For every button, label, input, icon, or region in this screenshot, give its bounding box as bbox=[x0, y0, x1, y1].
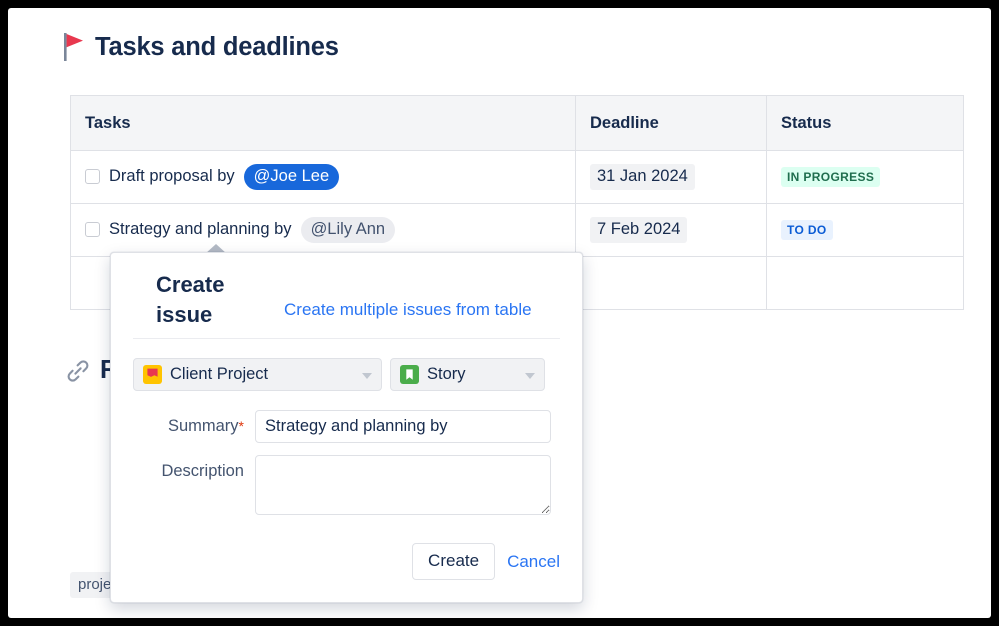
create-issue-popup: Create issue Create multiple issues from… bbox=[110, 252, 583, 603]
description-label: Description bbox=[161, 462, 244, 480]
page-canvas: Tasks and deadlines Tasks Deadline Statu… bbox=[8, 8, 991, 618]
column-header-status: Status bbox=[766, 95, 964, 151]
task-cell: Strategy and planning by @Lily Ann bbox=[70, 203, 576, 257]
task-label: Draft proposal by bbox=[109, 167, 235, 186]
story-bookmark-icon bbox=[400, 365, 419, 384]
summary-input[interactable] bbox=[255, 410, 551, 443]
required-marker: * bbox=[238, 418, 244, 434]
project-select[interactable]: Client Project bbox=[133, 358, 382, 391]
red-flag-icon bbox=[64, 33, 83, 61]
status-cell: IN PROGRESS bbox=[766, 150, 964, 204]
status-cell: TO DO bbox=[766, 203, 964, 257]
status-badge[interactable]: IN PROGRESS bbox=[781, 167, 881, 187]
popup-actions: Create Cancel bbox=[412, 543, 560, 580]
create-multiple-issues-link[interactable]: Create multiple issues from table bbox=[284, 300, 532, 320]
column-header-tasks: Tasks bbox=[70, 95, 576, 151]
popup-header: Create issue Create multiple issues from… bbox=[133, 253, 560, 339]
status-cell[interactable] bbox=[766, 256, 964, 310]
summary-field-row: Summary* bbox=[133, 410, 560, 443]
deadline-cell[interactable] bbox=[575, 256, 767, 310]
popup-title: Create issue bbox=[156, 272, 225, 328]
chevron-down-icon bbox=[362, 373, 372, 379]
date-chip[interactable]: 31 Jan 2024 bbox=[590, 164, 695, 190]
selectors-row: Client Project Story bbox=[133, 358, 560, 391]
deadline-cell: 31 Jan 2024 bbox=[575, 150, 767, 204]
project-avatar-icon bbox=[143, 365, 162, 384]
issue-type-select-value: Story bbox=[427, 365, 466, 383]
task-checkbox[interactable] bbox=[85, 169, 100, 185]
task-label: Strategy and planning by bbox=[109, 220, 292, 239]
column-header-deadline: Deadline bbox=[575, 95, 767, 151]
description-field-row: Description bbox=[133, 455, 560, 515]
page-title: Tasks and deadlines bbox=[95, 32, 339, 61]
task-checkbox[interactable] bbox=[85, 222, 100, 238]
link-icon bbox=[67, 359, 89, 382]
date-chip[interactable]: 7 Feb 2024 bbox=[590, 217, 688, 243]
issue-type-select[interactable]: Story bbox=[390, 358, 545, 391]
project-select-value: Client Project bbox=[170, 365, 269, 383]
table-row: Draft proposal by @Joe Lee 31 Jan 2024 I… bbox=[70, 150, 964, 204]
deadline-cell: 7 Feb 2024 bbox=[575, 203, 767, 257]
create-button[interactable]: Create bbox=[412, 543, 496, 580]
table-header-row: Tasks Deadline Status bbox=[70, 95, 964, 151]
description-textarea[interactable] bbox=[255, 455, 551, 515]
cancel-button[interactable]: Cancel bbox=[507, 552, 560, 572]
page-heading: Tasks and deadlines bbox=[63, 32, 339, 62]
summary-label-text: Summary bbox=[167, 417, 239, 435]
mention-chip[interactable]: @Joe Lee bbox=[243, 164, 340, 190]
chevron-down-icon bbox=[525, 373, 535, 379]
task-cell: Draft proposal by @Joe Lee bbox=[70, 150, 576, 204]
mention-chip[interactable]: @Lily Ann bbox=[300, 217, 396, 243]
summary-label: Summary* bbox=[133, 410, 255, 443]
status-badge[interactable]: TO DO bbox=[781, 220, 833, 240]
